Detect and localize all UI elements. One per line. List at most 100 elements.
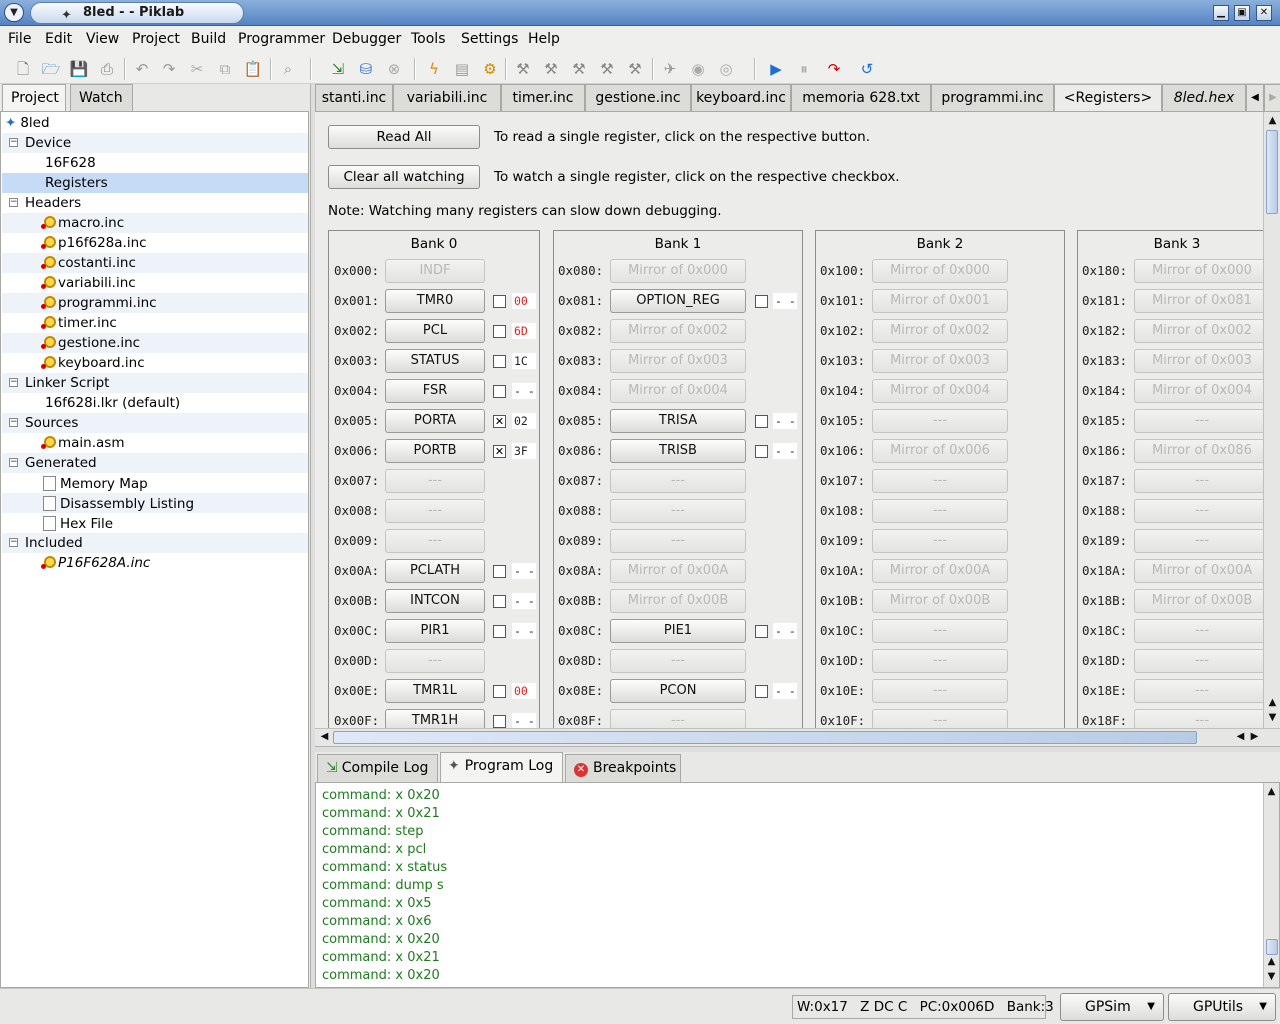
watch-checkbox[interactable] xyxy=(493,625,506,638)
menu-tools[interactable]: Tools xyxy=(411,31,446,47)
watch-checkbox[interactable] xyxy=(755,445,768,458)
register-button[interactable]: OPTION_REG xyxy=(610,289,746,313)
minimize-button[interactable]: ▁ xyxy=(1213,5,1229,21)
watch-checkbox[interactable] xyxy=(493,595,506,608)
scrollbar-thumb[interactable] xyxy=(333,731,1197,744)
watch-checkbox[interactable] xyxy=(493,715,506,728)
undo-icon[interactable]: ↶ xyxy=(131,58,153,80)
scroll-up-icon[interactable]: ▲ xyxy=(1265,696,1280,711)
tab-gestione-inc[interactable]: gestione.inc xyxy=(585,84,691,111)
power-icon[interactable]: ⚒ xyxy=(596,58,618,80)
scroll-down-icon[interactable]: ▼ xyxy=(1264,970,1279,985)
menu-debugger[interactable]: Debugger xyxy=(332,31,401,47)
menu-view[interactable]: View xyxy=(86,31,119,47)
watch-checkbox[interactable] xyxy=(493,295,506,308)
watch-checkbox[interactable] xyxy=(755,685,768,698)
erase-icon[interactable]: ⚒ xyxy=(512,58,534,80)
tree-group-generated[interactable]: Generated xyxy=(25,453,97,473)
scrollbar-thumb[interactable] xyxy=(1266,130,1278,214)
scrollbar-thumb[interactable] xyxy=(1266,939,1278,955)
tree-item-included[interactable]: P16F628A.inc xyxy=(41,553,150,573)
menu-programmer[interactable]: Programmer xyxy=(238,31,325,47)
scroll-up-icon[interactable]: ▲ xyxy=(1264,955,1279,970)
menu-file[interactable]: File xyxy=(8,31,31,47)
open-folder-icon[interactable]: 🗁 xyxy=(40,58,62,80)
tab-project[interactable]: Project xyxy=(2,84,66,112)
collapse-icon[interactable]: − xyxy=(9,138,18,147)
register-button[interactable]: TMR1H xyxy=(385,709,485,728)
tab-compile-log[interactable]: ⇲ Compile Log xyxy=(317,754,438,782)
paste-icon[interactable]: 📋 xyxy=(242,58,264,80)
collapse-icon[interactable]: − xyxy=(9,198,18,207)
register-button[interactable]: PCL xyxy=(385,319,485,343)
read-all-button[interactable]: Read All xyxy=(328,125,480,149)
register-button[interactable]: PCLATH xyxy=(385,559,485,583)
debugger-select[interactable]: GPSim ▼ xyxy=(1060,993,1164,1021)
register-button[interactable]: TRISB xyxy=(610,439,746,463)
cut-icon[interactable]: ✂ xyxy=(186,58,208,80)
register-button[interactable]: PIE1 xyxy=(610,619,746,643)
tree-item-header[interactable]: programmi.inc xyxy=(41,293,157,313)
tree-group-headers[interactable]: Headers xyxy=(25,193,81,213)
scroll-up-icon[interactable]: ▲ xyxy=(1264,785,1279,800)
watch-checkbox[interactable] xyxy=(493,565,506,578)
tree-item-header[interactable]: p16f628a.inc xyxy=(41,233,147,253)
restart-icon[interactable]: ◎ xyxy=(715,58,737,80)
read-device-icon[interactable]: ⚙ xyxy=(479,58,501,80)
scroll-left-icon[interactable]: ◀ xyxy=(317,730,332,745)
tab-variabili-inc[interactable]: variabili.inc xyxy=(393,84,501,111)
tree-group-linker-script[interactable]: Linker Script xyxy=(25,373,109,393)
tab-registers[interactable]: <Registers> xyxy=(1054,84,1162,111)
save-icon[interactable]: 💾 xyxy=(68,58,90,80)
watch-checkbox[interactable] xyxy=(755,415,768,428)
log-vertical-scrollbar[interactable]: ▲ ▲ ▼ xyxy=(1263,783,1279,987)
watch-checkbox[interactable] xyxy=(493,355,506,368)
new-file-icon[interactable]: 🗋 xyxy=(12,58,34,80)
scroll-up-icon[interactable]: ▲ xyxy=(1265,114,1280,129)
tab-scroll-right-icon[interactable]: ▶ xyxy=(1264,84,1280,111)
register-button[interactable]: INTCON xyxy=(385,589,485,613)
registers-horizontal-scrollbar[interactable]: ◀ ◀ ▶ xyxy=(315,728,1280,746)
redo-icon[interactable]: ↷ xyxy=(158,58,180,80)
debug-run-icon[interactable]: ▶ xyxy=(765,58,787,80)
watch-checkbox[interactable]: ✕ xyxy=(493,445,506,458)
clear-watching-button[interactable]: Clear all watching xyxy=(328,165,480,189)
tab-8led-hex[interactable]: 8led.hex xyxy=(1162,84,1246,111)
register-button[interactable]: PCON xyxy=(610,679,746,703)
tab-scroll-left-icon[interactable]: ◀ xyxy=(1246,84,1264,111)
tree-group-included[interactable]: Included xyxy=(25,533,83,553)
copy-icon[interactable]: ⧉ xyxy=(214,58,236,80)
watch-checkbox[interactable] xyxy=(493,385,506,398)
tree-root[interactable]: ✦ 8led xyxy=(5,113,50,133)
tree-item-header[interactable]: costanti.inc xyxy=(41,253,136,273)
watch-checkbox[interactable] xyxy=(755,295,768,308)
tab-breakpoints[interactable]: ✕ Breakpoints xyxy=(565,754,681,782)
watch-checkbox[interactable] xyxy=(493,325,506,338)
close-button[interactable]: ✕ xyxy=(1256,5,1272,21)
menu-project[interactable]: Project xyxy=(132,31,180,47)
find-icon[interactable]: ⌕ xyxy=(277,58,299,80)
scroll-right-icon[interactable]: ▶ xyxy=(1247,730,1262,745)
verify-icon[interactable]: ▤ xyxy=(451,58,473,80)
reset-icon[interactable]: ↺ xyxy=(856,58,878,80)
collapse-icon[interactable]: − xyxy=(9,418,18,427)
register-button[interactable]: TMR0 xyxy=(385,289,485,313)
tree-item-generated[interactable]: Disassembly Listing xyxy=(43,493,194,513)
tab-program-log[interactable]: ✦ Program Log xyxy=(440,752,563,782)
pause-icon[interactable]: ⏸ xyxy=(793,58,815,80)
maximize-button[interactable]: ▣ xyxy=(1234,5,1250,21)
tree-item-header[interactable]: variabili.inc xyxy=(41,273,136,293)
tree-item-header[interactable]: timer.inc xyxy=(41,313,117,333)
chip-icon[interactable]: ⛁ xyxy=(355,58,377,80)
collapse-icon[interactable]: − xyxy=(9,378,18,387)
tree-item-header[interactable]: gestione.inc xyxy=(41,333,140,353)
tab-watch[interactable]: Watch xyxy=(70,84,133,111)
tree-item-linker[interactable]: 16f628i.lkr (default) xyxy=(45,393,180,413)
program-icon[interactable]: ϟ xyxy=(423,58,445,80)
stop-build-icon[interactable]: ⊗ xyxy=(383,58,405,80)
build-project-icon[interactable]: ⇲ xyxy=(327,58,349,80)
tree-item-device[interactable]: 16F628 xyxy=(45,153,96,173)
watch-checkbox[interactable] xyxy=(755,625,768,638)
menu-edit[interactable]: Edit xyxy=(45,31,72,47)
register-button[interactable]: STATUS xyxy=(385,349,485,373)
